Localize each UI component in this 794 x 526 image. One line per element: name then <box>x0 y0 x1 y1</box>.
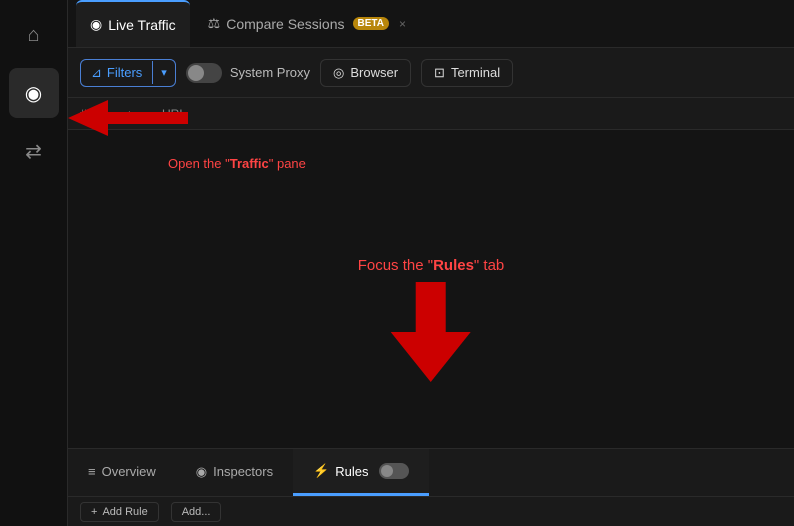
focus-bold: Rules <box>433 257 474 274</box>
tabs-bar: ◉ Live Traffic ⚖ Compare Sessions BETA × <box>68 0 794 48</box>
browser-button[interactable]: ◎ Browser <box>320 59 411 87</box>
home-icon: ⌂ <box>27 24 39 47</box>
footer-hint: + Add Rule Add... <box>68 496 794 526</box>
add-more-label: Add... <box>182 506 211 518</box>
terminal-button[interactable]: ⊡ Terminal <box>421 59 513 87</box>
system-proxy-toggle-wrapper: System Proxy <box>186 63 310 83</box>
tab-compare-sessions[interactable]: ⚖ Compare Sessions BETA × <box>194 0 420 47</box>
bottom-tab-overview[interactable]: ≡ Overview <box>68 449 176 496</box>
inspectors-tab-label: Inspectors <box>213 464 273 479</box>
focus-label: Focus the "Rules" tab <box>358 257 505 274</box>
sidebar: ⌂ ◉ ⇄ <box>0 0 68 526</box>
add-rule-button[interactable]: + Add Rule <box>80 502 159 522</box>
overview-tab-label: Overview <box>102 464 156 479</box>
bottom-tab-inspectors[interactable]: ◉ Inspectors <box>176 449 293 496</box>
focus-prefix: Focus the " <box>358 257 433 274</box>
col-url-header: URL <box>162 107 782 121</box>
arrow-left-annotation <box>68 96 188 140</box>
chevron-down-icon: ▾ <box>161 67 167 79</box>
sidebar-item-home[interactable]: ⌂ <box>9 10 59 60</box>
add-rule-label: Add Rule <box>102 506 147 518</box>
filter-icon: ⊿ <box>91 65 102 81</box>
overview-tab-icon: ≡ <box>88 464 96 479</box>
toggle-knob <box>188 65 204 81</box>
content-area: Focus the "Rules" tab <box>68 130 794 448</box>
filter-dropdown-arrow[interactable]: ▾ <box>152 61 175 84</box>
terminal-label: Terminal <box>451 65 500 80</box>
filter-button[interactable]: ⊿ Filters ▾ <box>80 59 176 87</box>
sidebar-item-replay[interactable]: ⇄ <box>9 126 59 176</box>
compare-sessions-tab-icon: ⚖ <box>208 15 221 32</box>
close-tab-icon[interactable]: × <box>399 17 406 31</box>
filter-label: Filters <box>107 65 142 80</box>
replay-icon: ⇄ <box>25 139 42 164</box>
sidebar-item-traffic[interactable]: ◉ <box>9 68 59 118</box>
compare-sessions-tab-label: Compare Sessions <box>226 16 344 32</box>
live-traffic-tab-icon: ◉ <box>90 16 102 33</box>
rules-tab-icon: ⚡ <box>313 463 329 479</box>
toolbar: ⊿ Filters ▾ System Proxy ◎ Browser ⊡ Ter… <box>68 48 794 98</box>
bottom-tabs: ≡ Overview ◉ Inspectors ⚡ Rules <box>68 448 794 496</box>
browser-icon: ◎ <box>333 65 344 81</box>
filter-main[interactable]: ⊿ Filters <box>81 60 152 86</box>
inspectors-tab-icon: ◉ <box>196 464 207 480</box>
tab-live-traffic[interactable]: ◉ Live Traffic <box>76 0 190 47</box>
rules-tab-toggle[interactable] <box>379 463 409 479</box>
beta-badge: BETA <box>353 17 389 30</box>
main-content: ◉ Live Traffic ⚖ Compare Sessions BETA ×… <box>68 0 794 526</box>
rules-tab-label: Rules <box>335 464 368 479</box>
traffic-icon: ◉ <box>25 81 42 106</box>
system-proxy-label: System Proxy <box>230 65 310 80</box>
add-rule-icon: + <box>91 506 97 518</box>
add-more-button[interactable]: Add... <box>171 502 222 522</box>
bottom-tab-rules[interactable]: ⚡ Rules <box>293 449 428 496</box>
down-arrow-svg <box>391 282 471 382</box>
focus-rules-annotation: Focus the "Rules" tab <box>358 257 505 382</box>
terminal-icon: ⊡ <box>434 65 445 81</box>
focus-suffix: " tab <box>474 257 504 274</box>
rules-tab-toggle-knob <box>381 465 393 477</box>
live-traffic-tab-label: Live Traffic <box>108 17 175 33</box>
system-proxy-toggle[interactable] <box>186 63 222 83</box>
browser-label: Browser <box>350 65 398 80</box>
